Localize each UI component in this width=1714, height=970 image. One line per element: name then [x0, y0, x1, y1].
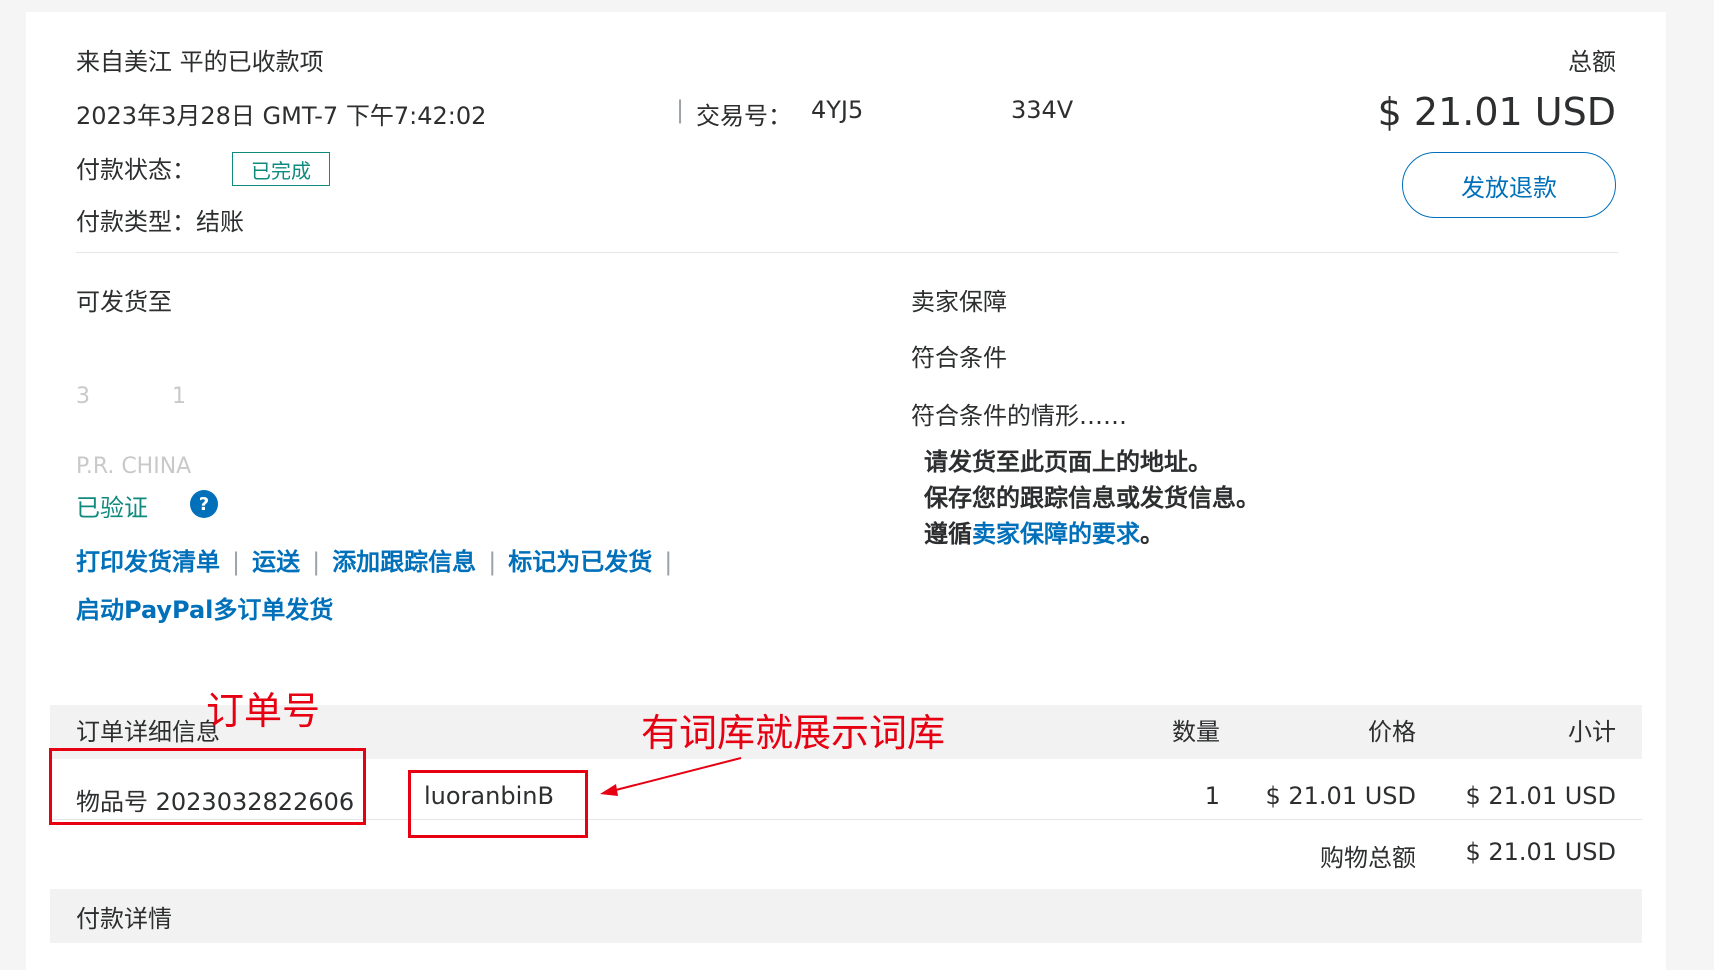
seller-protection-requirements-link[interactable]: 卖家保障的要求 [972, 520, 1140, 548]
address-verified: 已验证 [76, 494, 148, 522]
annotation-dictionary: 有词库就展示词库 [641, 711, 946, 755]
payment-status-label: 付款状态： [76, 156, 196, 184]
order-details-title: 订单详细信息 [76, 718, 220, 746]
transaction-datetime: 2023年3月28日 GMT-7 下午7:42:02 [76, 102, 487, 130]
action-separator: | [232, 548, 241, 576]
cart-total-label: 购物总额 [1320, 844, 1416, 872]
multi-order-shipping-link[interactable]: 启动PayPal多订单发货 [76, 590, 333, 625]
total-label: 总额 [1568, 48, 1616, 76]
transaction-detail-card: 来自美江 平的已收款项 2023年3月28日 GMT-7 下午7:42:02 |… [26, 12, 1666, 970]
col-qty: 数量 [1172, 718, 1220, 746]
ship-link[interactable]: 运送 [252, 548, 300, 576]
protection-bullet: 请发货至此页面上的地址。 [924, 448, 1212, 476]
item-price: $ 21.01 USD [1265, 782, 1416, 810]
total-amount: $ 21.01 USD [1377, 90, 1616, 134]
action-separator: | [312, 548, 321, 576]
payment-header-band [50, 889, 1642, 943]
transaction-id-start: 4YJ5 [811, 96, 864, 124]
address-line-partial-2: 1 [172, 384, 186, 409]
payment-type-label: 付款类型： [76, 208, 196, 236]
cart-total: $ 21.01 USD [1465, 838, 1616, 866]
bullet-prefix: 遵循 [924, 520, 972, 548]
section-divider [76, 252, 1618, 253]
item-name-highlight-box [408, 770, 588, 838]
status-badge: 已完成 [232, 152, 330, 186]
page-title: 来自美江 平的已收款项 [76, 48, 324, 76]
print-packing-slip-link[interactable]: 打印发货清单 [76, 548, 220, 576]
payment-details-title: 付款详情 [76, 905, 172, 933]
col-price: 价格 [1368, 718, 1416, 746]
shipping-actions: 打印发货清单 | 运送 | 添加跟踪信息 | 标记为已发货 | [76, 542, 684, 577]
order-number-highlight-box [49, 748, 366, 825]
action-separator: | [488, 548, 497, 576]
protection-conditions: 符合条件的情形…… [911, 402, 1127, 430]
protection-bullet: 保存您的跟踪信息或发货信息。 [924, 484, 1260, 512]
protection-bullet: 遵循卖家保障的要求。 [924, 514, 1164, 549]
col-subtotal: 小计 [1568, 718, 1616, 746]
payment-type-value: 结账 [196, 208, 244, 236]
header-separator: | [676, 96, 685, 124]
address-country: P.R. CHINA [76, 454, 192, 479]
annotation-arrow-icon [600, 757, 742, 796]
payment-type: 付款类型：结账 [76, 202, 244, 237]
bullet-suffix: 。 [1140, 520, 1164, 548]
transaction-id-end: 334V [1011, 96, 1074, 124]
seller-protection-title: 卖家保障 [911, 288, 1007, 316]
item-qty: 1 [1204, 782, 1220, 810]
action-separator: | [664, 548, 673, 576]
item-subtotal: $ 21.01 USD [1465, 782, 1616, 810]
mark-shipped-link[interactable]: 标记为已发货 [508, 548, 652, 576]
ship-to-title: 可发货至 [76, 288, 172, 316]
address-line-partial: 3 [76, 384, 90, 409]
add-tracking-link[interactable]: 添加跟踪信息 [332, 548, 476, 576]
issue-refund-button[interactable]: 发放退款 [1402, 152, 1616, 218]
help-icon[interactable]: ? [190, 490, 218, 518]
protection-eligibility: 符合条件 [911, 344, 1007, 372]
annotation-order-number: 订单号 [206, 689, 321, 733]
transaction-id-label: 交易号： [696, 102, 792, 130]
